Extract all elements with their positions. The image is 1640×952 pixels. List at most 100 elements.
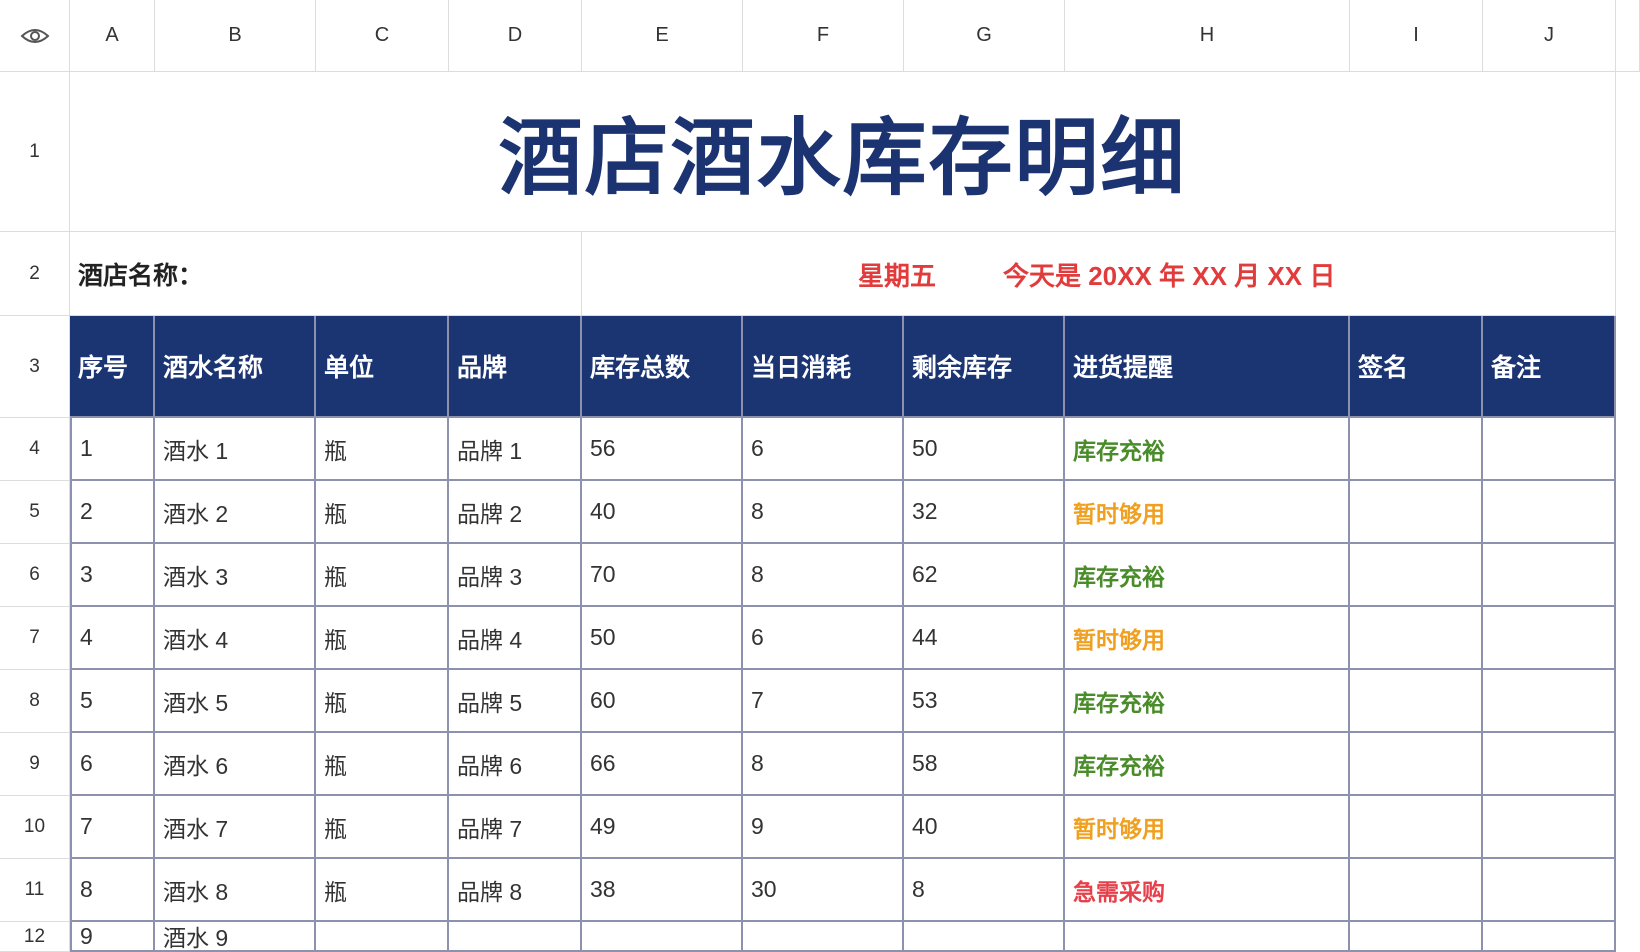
sheet-title[interactable]: 酒店酒水库存明细 bbox=[70, 72, 1616, 232]
hotel-name-label[interactable]: 酒店名称： bbox=[70, 232, 582, 316]
table-cell[interactable]: 库存充裕 bbox=[1065, 544, 1350, 607]
table-cell[interactable] bbox=[1350, 922, 1483, 952]
table-cell[interactable]: 品牌 6 bbox=[449, 733, 582, 796]
table-header-2[interactable]: 酒水名称 bbox=[155, 316, 316, 418]
select-all-corner[interactable] bbox=[0, 0, 70, 72]
table-cell[interactable]: 酒水 2 bbox=[155, 481, 316, 544]
table-cell[interactable] bbox=[1350, 859, 1483, 922]
table-cell[interactable]: 32 bbox=[904, 481, 1065, 544]
table-cell[interactable]: 酒水 7 bbox=[155, 796, 316, 859]
table-cell[interactable]: 3 bbox=[70, 544, 155, 607]
table-cell[interactable]: 6 bbox=[743, 607, 904, 670]
column-header-e[interactable]: E bbox=[582, 0, 743, 72]
table-cell[interactable]: 58 bbox=[904, 733, 1065, 796]
table-cell[interactable]: 56 bbox=[582, 418, 743, 481]
table-cell[interactable]: 酒水 5 bbox=[155, 670, 316, 733]
table-cell[interactable]: 瓶 bbox=[316, 607, 449, 670]
table-cell[interactable]: 品牌 1 bbox=[449, 418, 582, 481]
table-cell[interactable]: 7 bbox=[743, 670, 904, 733]
table-cell[interactable]: 49 bbox=[582, 796, 743, 859]
row-header-7[interactable]: 7 bbox=[0, 607, 70, 670]
table-cell[interactable]: 1 bbox=[70, 418, 155, 481]
table-cell[interactable]: 酒水 9 bbox=[155, 922, 316, 952]
table-cell[interactable]: 品牌 5 bbox=[449, 670, 582, 733]
table-cell[interactable]: 8 bbox=[904, 859, 1065, 922]
table-header-3[interactable]: 单位 bbox=[316, 316, 449, 418]
row-header-1[interactable]: 1 bbox=[0, 72, 70, 232]
eye-icon[interactable] bbox=[20, 26, 50, 46]
table-cell[interactable]: 库存充裕 bbox=[1065, 418, 1350, 481]
table-cell[interactable]: 50 bbox=[582, 607, 743, 670]
row-header-10[interactable]: 10 bbox=[0, 796, 70, 859]
table-cell[interactable] bbox=[316, 922, 449, 952]
table-cell[interactable]: 30 bbox=[743, 859, 904, 922]
row-header-6[interactable]: 6 bbox=[0, 544, 70, 607]
column-header-h[interactable]: H bbox=[1065, 0, 1350, 72]
row-header-8[interactable]: 8 bbox=[0, 670, 70, 733]
column-header-g[interactable]: G bbox=[904, 0, 1065, 72]
table-cell[interactable]: 9 bbox=[70, 922, 155, 952]
row-header-3[interactable]: 3 bbox=[0, 316, 70, 418]
table-header-5[interactable]: 库存总数 bbox=[582, 316, 743, 418]
column-header-f[interactable]: F bbox=[743, 0, 904, 72]
table-cell[interactable] bbox=[1483, 418, 1616, 481]
table-header-9[interactable]: 签名 bbox=[1350, 316, 1483, 418]
row-header-2[interactable]: 2 bbox=[0, 232, 70, 316]
table-cell[interactable]: 62 bbox=[904, 544, 1065, 607]
table-cell[interactable]: 品牌 8 bbox=[449, 859, 582, 922]
table-cell[interactable]: 酒水 8 bbox=[155, 859, 316, 922]
table-cell[interactable]: 8 bbox=[743, 481, 904, 544]
row-header-11[interactable]: 11 bbox=[0, 859, 70, 922]
table-cell[interactable]: 6 bbox=[743, 418, 904, 481]
table-cell[interactable] bbox=[449, 922, 582, 952]
table-cell[interactable]: 酒水 4 bbox=[155, 607, 316, 670]
table-cell[interactable] bbox=[743, 922, 904, 952]
table-cell[interactable]: 品牌 7 bbox=[449, 796, 582, 859]
table-cell[interactable]: 70 bbox=[582, 544, 743, 607]
table-cell[interactable] bbox=[1065, 922, 1350, 952]
table-cell[interactable]: 4 bbox=[70, 607, 155, 670]
table-cell[interactable] bbox=[1350, 481, 1483, 544]
row-header-4[interactable]: 4 bbox=[0, 418, 70, 481]
table-cell[interactable]: 9 bbox=[743, 796, 904, 859]
table-cell[interactable]: 38 bbox=[582, 859, 743, 922]
table-cell[interactable]: 53 bbox=[904, 670, 1065, 733]
table-cell[interactable] bbox=[1483, 859, 1616, 922]
table-cell[interactable] bbox=[1483, 796, 1616, 859]
table-cell[interactable]: 60 bbox=[582, 670, 743, 733]
table-cell[interactable]: 品牌 4 bbox=[449, 607, 582, 670]
table-cell[interactable] bbox=[1483, 481, 1616, 544]
table-cell[interactable]: 瓶 bbox=[316, 544, 449, 607]
table-cell[interactable] bbox=[1350, 544, 1483, 607]
column-header-b[interactable]: B bbox=[155, 0, 316, 72]
table-cell[interactable]: 急需采购 bbox=[1065, 859, 1350, 922]
table-cell[interactable]: 暂时够用 bbox=[1065, 481, 1350, 544]
table-cell[interactable]: 酒水 6 bbox=[155, 733, 316, 796]
table-cell[interactable]: 7 bbox=[70, 796, 155, 859]
table-cell[interactable]: 6 bbox=[70, 733, 155, 796]
table-cell[interactable]: 40 bbox=[582, 481, 743, 544]
table-cell[interactable]: 库存充裕 bbox=[1065, 670, 1350, 733]
table-cell[interactable]: 8 bbox=[743, 733, 904, 796]
column-header-d[interactable]: D bbox=[449, 0, 582, 72]
table-cell[interactable]: 瓶 bbox=[316, 796, 449, 859]
table-cell[interactable]: 品牌 3 bbox=[449, 544, 582, 607]
table-cell[interactable] bbox=[582, 922, 743, 952]
table-cell[interactable]: 酒水 1 bbox=[155, 418, 316, 481]
table-cell[interactable]: 5 bbox=[70, 670, 155, 733]
table-cell[interactable] bbox=[1350, 670, 1483, 733]
table-cell[interactable]: 50 bbox=[904, 418, 1065, 481]
table-cell[interactable]: 品牌 2 bbox=[449, 481, 582, 544]
table-cell[interactable]: 库存充裕 bbox=[1065, 733, 1350, 796]
table-cell[interactable]: 66 bbox=[582, 733, 743, 796]
table-cell[interactable]: 8 bbox=[70, 859, 155, 922]
table-header-7[interactable]: 剩余库存 bbox=[904, 316, 1065, 418]
table-cell[interactable] bbox=[1350, 796, 1483, 859]
row-header-9[interactable]: 9 bbox=[0, 733, 70, 796]
table-header-4[interactable]: 品牌 bbox=[449, 316, 582, 418]
table-cell[interactable]: 8 bbox=[743, 544, 904, 607]
table-cell[interactable] bbox=[1483, 922, 1616, 952]
table-cell[interactable] bbox=[1483, 544, 1616, 607]
table-cell[interactable] bbox=[1483, 670, 1616, 733]
column-header-c[interactable]: C bbox=[316, 0, 449, 72]
